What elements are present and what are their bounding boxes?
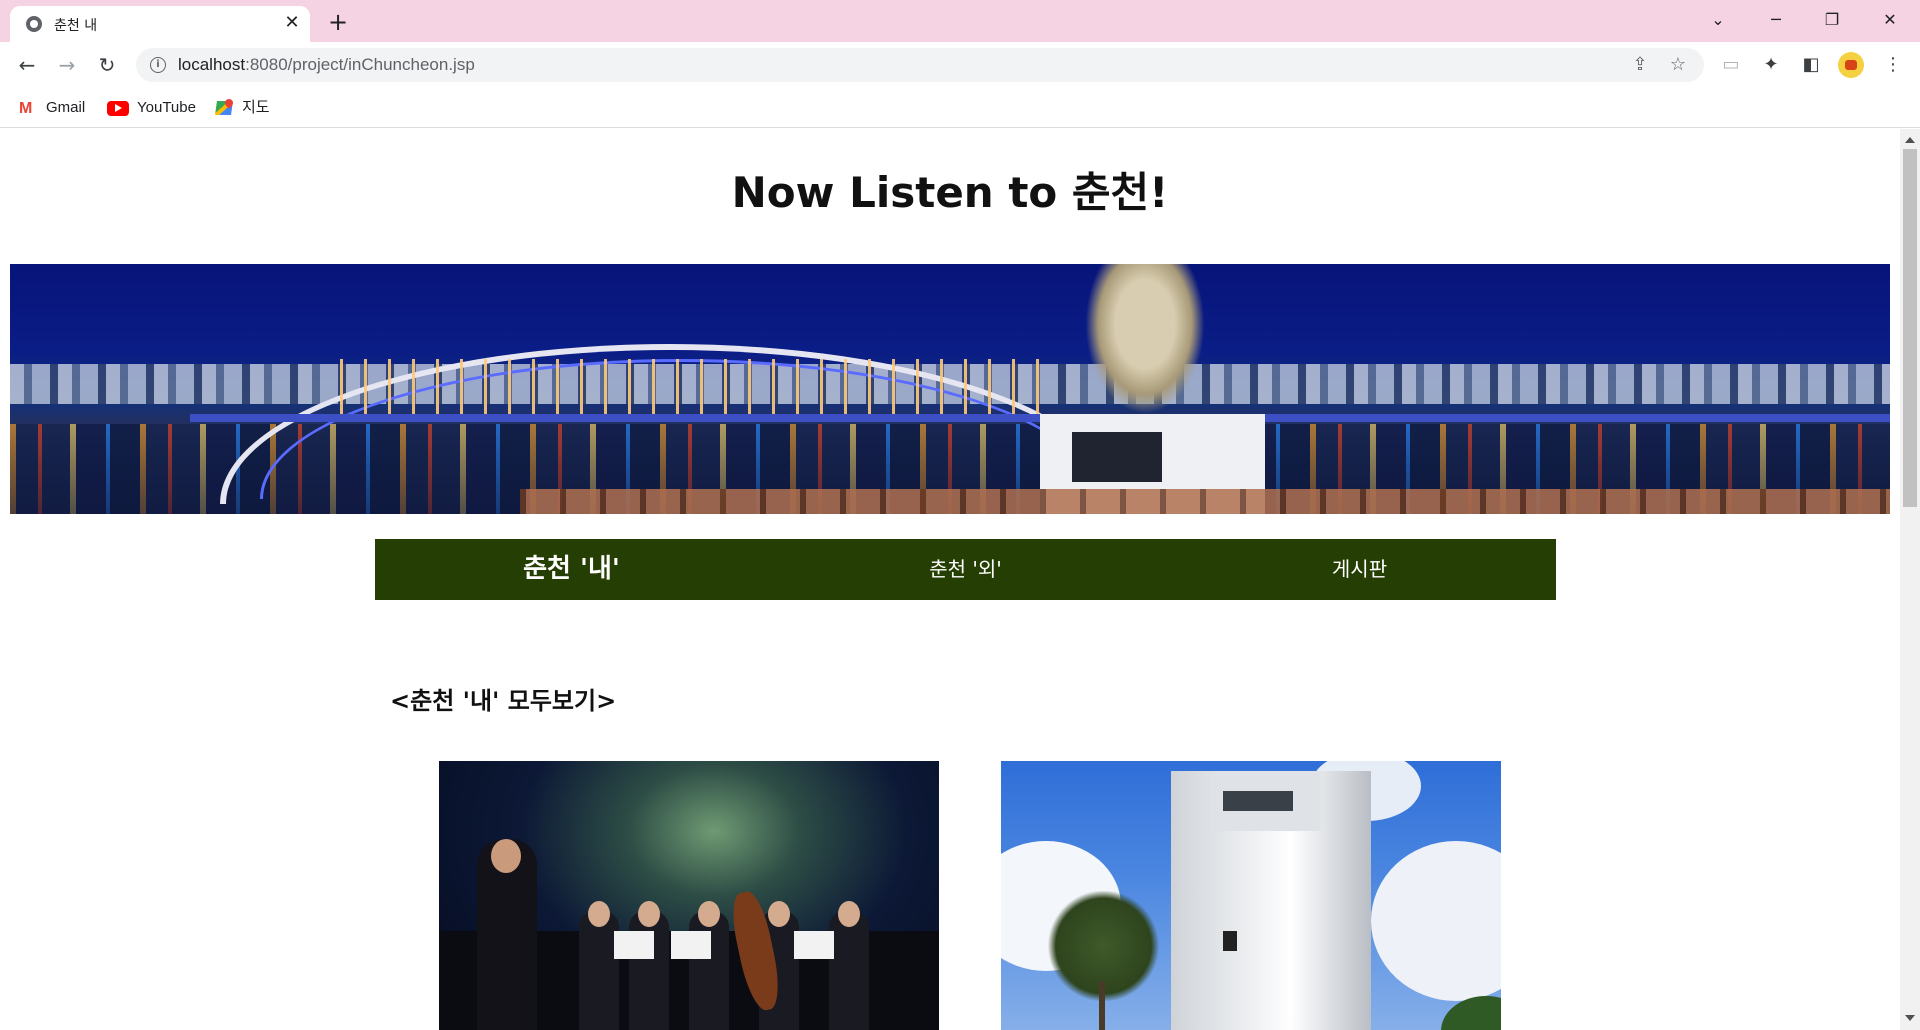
bookmark-label: Gmail [46,99,86,116]
bookmark-label: YouTube [137,99,196,116]
banner-railing [520,489,1890,514]
concert-musician-head [638,901,660,927]
menu-kebab-icon[interactable]: ⋮ [1878,50,1908,80]
gmail-icon [18,98,38,120]
concert-musician [629,911,669,1030]
browser-toolbar: ← → ↻ i localhost:8080/project/inChunche… [0,42,1920,88]
reload-icon[interactable]: ↻ [92,50,122,80]
building-thumbnail[interactable] [1001,761,1501,1030]
scroll-up-arrow-icon[interactable] [1905,137,1915,143]
bookmark-youtube[interactable]: YouTube [107,97,196,119]
minimize-icon[interactable]: ─ [1754,4,1798,36]
page-viewport: Now Listen to 춘천! 춘천 '내' 춘천 '외' 게시판 <춘천 … [0,129,1900,1030]
building-window [1223,931,1237,951]
site-info-icon[interactable]: i [150,57,166,73]
building-cloud [1371,841,1501,1001]
new-tab-button[interactable]: + [324,8,352,36]
url-path: :8080/project/inChuncheon.jsp [245,55,475,74]
extensions-puzzle-icon[interactable]: ✦ [1756,50,1786,80]
maps-icon [216,99,234,117]
concert-musician [689,911,729,1030]
tab-strip: 춘천 내 ✕ + ⌄ ─ ❐ ✕ [0,0,1920,42]
nav-item-inside[interactable]: 춘천 '내' [375,539,768,600]
concert-music-stand [794,931,834,959]
bookmark-maps[interactable]: 지도 [216,97,270,119]
banner-statue-plaque [1072,432,1162,482]
close-tab-icon[interactable]: ✕ [282,13,302,33]
banner-bridge-hangers [340,359,1040,414]
bookmark-star-icon[interactable]: ☆ [1666,53,1690,77]
tab-search-icon[interactable]: ⌄ [1696,4,1740,36]
concert-singer-head [491,839,521,873]
nav-item-outside[interactable]: 춘천 '외' [769,539,1162,600]
browser-tab[interactable]: 춘천 내 ✕ [10,6,310,42]
globe-icon [26,16,42,32]
banner-image [10,264,1890,514]
section-title: <춘천 '내' 모두보기> [390,687,617,715]
scroll-down-arrow-icon[interactable] [1905,1015,1915,1021]
concert-music-stand [671,931,711,959]
restore-icon[interactable]: ❐ [1810,4,1854,36]
building-tree-trunk [1099,981,1105,1030]
concert-musician-head [768,901,790,927]
nav-item-board[interactable]: 게시판 [1163,539,1556,600]
banner-statue [1085,264,1205,414]
forward-icon[interactable]: → [52,50,82,80]
main-nav: 춘천 '내' 춘천 '외' 게시판 [375,539,1556,600]
scroll-thumb[interactable] [1903,149,1917,507]
concert-musician [579,911,619,1030]
tab-title: 춘천 내 [54,18,98,34]
bookmark-label: 지도 [242,99,270,116]
building-bush [1441,996,1501,1030]
share-icon[interactable]: ⇪ [1628,53,1652,77]
bookmark-gmail[interactable]: Gmail [18,97,86,120]
url-host: localhost [178,55,246,74]
profile-avatar-icon[interactable] [1838,52,1864,78]
page-title: Now Listen to 춘천! [731,168,1169,217]
page-scrollbar[interactable] [1900,129,1920,1030]
building-window [1223,791,1293,811]
concert-musician [829,911,869,1030]
back-icon[interactable]: ← [12,50,42,80]
url-text[interactable]: localhost:8080/project/inChuncheon.jsp [178,55,475,75]
concert-musician-head [588,901,610,927]
concert-music-stand [614,931,654,959]
side-panel-icon[interactable]: ◧ [1796,50,1826,80]
bookmarks-bar: Gmail YouTube 지도 [0,88,1920,128]
concert-musician-head [698,901,720,927]
close-window-icon[interactable]: ✕ [1868,4,1912,36]
address-bar[interactable]: i localhost:8080/project/inChuncheon.jsp… [136,48,1704,82]
extension-doc-icon[interactable]: ▭ [1716,50,1746,80]
youtube-icon [107,100,129,116]
concert-musician-head [838,901,860,927]
concert-thumbnail[interactable] [439,761,939,1030]
